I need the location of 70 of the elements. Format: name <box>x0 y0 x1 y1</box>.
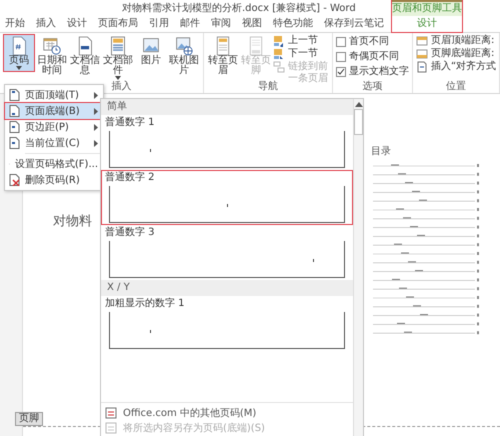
ribbon-tab[interactable]: 审阅 <box>206 16 236 32</box>
ribbon-tab[interactable]: 开始 <box>0 16 30 32</box>
group-label: 位置 <box>445 81 468 93</box>
ribbon-tab[interactable]: 引用 <box>144 16 174 32</box>
gallery-item[interactable]: 普通数字 1 <box>101 115 353 170</box>
gallery-item[interactable]: 普通数字 2 <box>101 170 353 225</box>
ribbon-button[interactable]: 页眉顶端距离: <box>416 35 496 47</box>
group-label: 导航 <box>257 81 279 93</box>
group-label: 选项 <box>362 81 384 93</box>
menu-item[interactable]: 设置页码格式(F)... <box>5 156 103 172</box>
scrollbar[interactable] <box>353 99 363 436</box>
online-picture-icon <box>175 36 193 56</box>
gallery-section-header: X / Y <box>101 280 353 296</box>
ribbon-tab[interactable]: 页面布局 <box>93 16 143 32</box>
menu-item[interactable]: 页面底端(B) <box>5 103 103 119</box>
calendar-clock-icon <box>43 36 61 56</box>
checkbox[interactable]: 首页不同 <box>336 35 409 49</box>
ribbon-tab[interactable]: 插入 <box>31 16 61 32</box>
group-label: 插入 <box>110 81 132 93</box>
delete-icon <box>9 174 20 186</box>
gallery-item[interactable]: 普通数字 3 <box>101 225 353 280</box>
menu-item[interactable]: 页面顶端(T) <box>5 87 103 103</box>
contextual-group-label: 页眉和页脚工具 <box>392 0 462 16</box>
ribbon-tab[interactable]: 视图 <box>237 16 267 32</box>
ribbon-button[interactable]: 日期和时间 <box>36 34 68 78</box>
menu-item[interactable]: 页边距(P) <box>5 119 103 135</box>
ribbon-button[interactable]: 插入“对齐方式 <box>416 61 496 73</box>
link-icon <box>273 61 285 73</box>
page-icon <box>9 105 20 117</box>
ribbon-tab[interactable]: 设计 <box>62 16 92 32</box>
ribbon-button[interactable]: 文档信息 <box>69 34 101 78</box>
ribbon-button[interactable]: 文档部件 <box>102 34 134 82</box>
window-title: 对物料需求计划模型的分析.docx [兼容模式] - Word <box>122 2 356 15</box>
toc-title: 目录 <box>371 145 392 158</box>
ribbon-button[interactable]: 页脚底端距离: <box>416 48 496 60</box>
page-icon <box>9 121 20 133</box>
menu-item[interactable]: 当前位置(C) <box>5 135 103 151</box>
ribbon-tab[interactable]: 邮件 <box>175 16 205 32</box>
document-parts-icon <box>109 36 127 56</box>
checkbox[interactable]: 奇偶页不同 <box>336 50 409 64</box>
ribbon-button[interactable]: 上一节 <box>273 35 329 47</box>
ribbon-button[interactable]: 图片 <box>135 34 167 68</box>
page-number-icon <box>10 36 28 56</box>
checkmark-icon <box>337 68 345 76</box>
ribbon-button[interactable]: 页码 <box>3 34 35 72</box>
page-icon <box>9 137 20 149</box>
ribbon-tab[interactable]: 保存到云笔记 <box>319 16 389 32</box>
page-icon <box>9 89 20 101</box>
ribbon-button[interactable]: 联机图片 <box>168 34 200 78</box>
gallery-section-header: 简单 <box>101 99 353 115</box>
header-position-icon <box>416 35 428 47</box>
checkbox[interactable]: 显示文档文字 <box>336 65 409 79</box>
scroll-up-icon[interactable] <box>354 101 362 107</box>
ribbon-tab[interactable]: 特色功能 <box>268 16 318 32</box>
scrollbar-thumb[interactable] <box>354 109 363 135</box>
document-info-icon <box>76 36 94 56</box>
save-page-icon <box>105 422 117 434</box>
ribbon-button[interactable]: 转至页眉 <box>207 34 239 78</box>
footer-position-icon <box>416 48 428 60</box>
gallery-command[interactable]: Office.com 中的其他页码(M) <box>101 405 353 420</box>
footer-tag: 页脚 <box>15 412 43 426</box>
web-page-icon <box>105 406 117 418</box>
header-icon <box>214 36 232 56</box>
ribbon-button[interactable]: 下一节 <box>273 48 329 60</box>
next-section-icon <box>273 48 285 60</box>
previous-section-icon <box>273 35 285 47</box>
align-tab-icon <box>416 61 428 73</box>
footer-icon <box>247 36 265 56</box>
gallery-item[interactable]: 加粗显示的数字 1 <box>101 296 353 351</box>
document-text: 对物料 <box>53 213 92 230</box>
